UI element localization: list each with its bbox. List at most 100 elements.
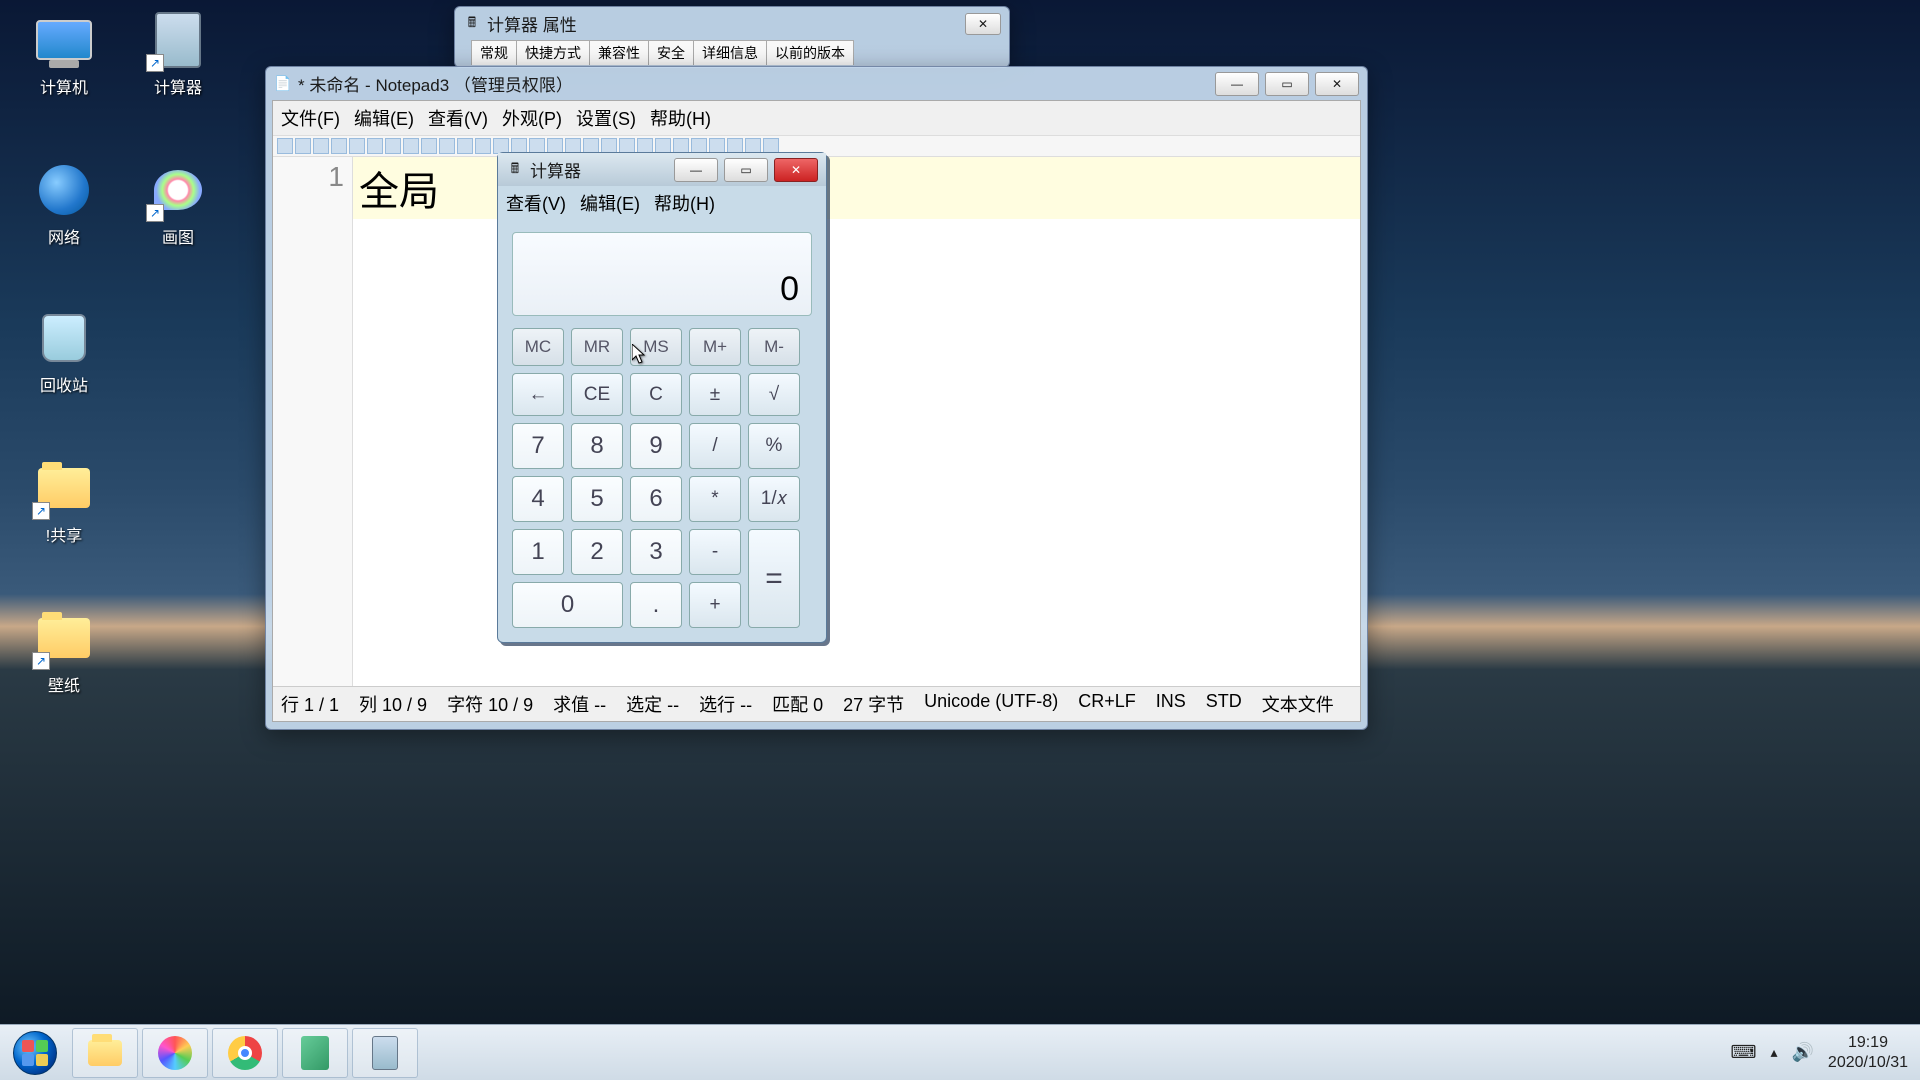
toolbar-button[interactable] (439, 138, 455, 154)
calc-negate-button[interactable]: ± (689, 373, 741, 416)
folder-icon: ↗ (32, 606, 96, 670)
calc-5-button[interactable]: 5 (571, 476, 623, 522)
taskbar-item-chrome[interactable] (212, 1028, 278, 1078)
calculator-menubar: 查看(V) 编辑(E) 帮助(H) (498, 186, 826, 220)
tab-prev[interactable]: 以前的版本 (766, 40, 854, 65)
toolbar-button[interactable] (277, 138, 293, 154)
calc-minus-button[interactable]: - (689, 529, 741, 575)
tab-general[interactable]: 常规 (471, 40, 517, 65)
menu-help[interactable]: 帮助(H) (654, 190, 715, 216)
menu-edit[interactable]: 编辑(E) (354, 105, 414, 131)
maximize-button[interactable]: ▭ (724, 158, 768, 182)
icon-label: 计算机 (14, 74, 114, 98)
desktop-icon-recycle-bin[interactable]: 回收站 (14, 306, 114, 396)
calc-ms-button[interactable]: MS (630, 328, 682, 366)
calc-sqrt-button[interactable]: √ (748, 373, 800, 416)
properties-dialog[interactable]: 🖩 计算器 属性 ✕ 常规 快捷方式 兼容性 安全 详细信息 以前的版本 (454, 6, 1010, 68)
taskbar-item-notepad3[interactable] (282, 1028, 348, 1078)
line-gutter: 1 (273, 157, 353, 686)
display-value: 0 (780, 270, 799, 309)
menu-appearance[interactable]: 外观(P) (502, 105, 562, 131)
shortcut-arrow-icon: ↗ (32, 502, 50, 520)
tab-security[interactable]: 安全 (648, 40, 694, 65)
calculator-titlebar[interactable]: 🖩 计算器 — ▭ ✕ (498, 153, 826, 186)
toolbar-button[interactable] (295, 138, 311, 154)
minimize-button[interactable]: — (674, 158, 718, 182)
notepad-titlebar[interactable]: 📄 * 未命名 - Notepad3 （管理员权限） — ▭ ✕ (266, 67, 1367, 100)
taskbar-clock[interactable]: 19:19 2020/10/31 (1828, 1033, 1908, 1071)
toolbar-button[interactable] (313, 138, 329, 154)
menu-edit[interactable]: 编辑(E) (580, 190, 640, 216)
calc-reciprocal-button[interactable]: 1/𝑥 (748, 476, 800, 522)
status-std: STD (1206, 691, 1242, 717)
calc-mr-button[interactable]: MR (571, 328, 623, 366)
calculator-icon: 🖩 (506, 161, 524, 179)
desktop-icon-network[interactable]: 网络 (14, 158, 114, 248)
icon-label: 网络 (14, 224, 114, 248)
notepad-menubar: 文件(F) 编辑(E) 查看(V) 外观(P) 设置(S) 帮助(H) (273, 101, 1360, 135)
close-button[interactable]: ✕ (1315, 72, 1359, 96)
maximize-button[interactable]: ▭ (1265, 72, 1309, 96)
calc-decimal-button[interactable]: . (630, 582, 682, 628)
toolbar-button[interactable] (331, 138, 347, 154)
menu-file[interactable]: 文件(F) (281, 105, 340, 131)
calc-7-button[interactable]: 7 (512, 423, 564, 469)
calc-multiply-button[interactable]: * (689, 476, 741, 522)
tray-icon[interactable]: ⌨ (1730, 1042, 1756, 1063)
toolbar-button[interactable] (367, 138, 383, 154)
tab-details[interactable]: 详细信息 (693, 40, 767, 65)
calc-mc-button[interactable]: MC (512, 328, 564, 366)
menu-view[interactable]: 查看(V) (428, 105, 488, 131)
toolbar-button[interactable] (421, 138, 437, 154)
taskbar-item-calculator[interactable] (352, 1028, 418, 1078)
calc-4-button[interactable]: 4 (512, 476, 564, 522)
desktop-icon-paint[interactable]: ↗ 画图 (128, 158, 228, 248)
calc-mminus-button[interactable]: M- (748, 328, 800, 366)
start-button[interactable] (0, 1026, 70, 1080)
taskbar-item-browser1[interactable] (142, 1028, 208, 1078)
calc-ce-button[interactable]: CE (571, 373, 623, 416)
toolbar-button[interactable] (385, 138, 401, 154)
calculator-keypad: MC MR MS M+ M- ← CE C ± √ 7 8 9 / % 4 5 … (512, 328, 812, 628)
computer-icon (32, 8, 96, 72)
calc-backspace-button[interactable]: ← (512, 373, 564, 416)
calc-8-button[interactable]: 8 (571, 423, 623, 469)
desktop-icon-share[interactable]: ↗ !共享 (14, 456, 114, 546)
calc-9-button[interactable]: 9 (630, 423, 682, 469)
menu-settings[interactable]: 设置(S) (576, 105, 636, 131)
menu-view[interactable]: 查看(V) (506, 190, 566, 216)
calc-plus-button[interactable]: + (689, 582, 741, 628)
calc-c-button[interactable]: C (630, 373, 682, 416)
calc-mplus-button[interactable]: M+ (689, 328, 741, 366)
calc-equals-button[interactable]: = (748, 529, 800, 628)
status-row: 行 1 / 1 (281, 691, 339, 717)
properties-title: 计算器 属性 (487, 11, 577, 36)
calc-1-button[interactable]: 1 (512, 529, 564, 575)
desktop-icon-calculator[interactable]: ↗ 计算器 (128, 8, 228, 98)
tray-volume-icon[interactable]: 🔊 (1792, 1042, 1814, 1063)
calc-divide-button[interactable]: / (689, 423, 741, 469)
close-button[interactable]: ✕ (965, 13, 1001, 35)
toolbar-button[interactable] (457, 138, 473, 154)
taskbar-item-explorer[interactable] (72, 1028, 138, 1078)
calc-percent-button[interactable]: % (748, 423, 800, 469)
calc-2-button[interactable]: 2 (571, 529, 623, 575)
tray-chevron-icon[interactable]: ▴ (1770, 1044, 1777, 1061)
calc-3-button[interactable]: 3 (630, 529, 682, 575)
calculator-window[interactable]: 🖩 计算器 — ▭ ✕ 查看(V) 编辑(E) 帮助(H) 0 MC MR MS… (497, 152, 827, 643)
tab-shortcut[interactable]: 快捷方式 (516, 40, 590, 65)
toolbar-button[interactable] (349, 138, 365, 154)
desktop-icon-wallpaper[interactable]: ↗ 壁纸 (14, 606, 114, 696)
paint-icon: ↗ (146, 158, 210, 222)
properties-titlebar[interactable]: 🖩 计算器 属性 ✕ (455, 7, 1009, 40)
taskbar[interactable]: ⌨ ▴ 🔊 19:19 2020/10/31 (0, 1024, 1920, 1080)
toolbar-button[interactable] (403, 138, 419, 154)
menu-help[interactable]: 帮助(H) (650, 105, 711, 131)
calc-0-button[interactable]: 0 (512, 582, 623, 628)
close-button[interactable]: ✕ (774, 158, 818, 182)
desktop-icon-computer[interactable]: 计算机 (14, 8, 114, 98)
calc-6-button[interactable]: 6 (630, 476, 682, 522)
toolbar-button[interactable] (475, 138, 491, 154)
tab-compat[interactable]: 兼容性 (589, 40, 649, 65)
minimize-button[interactable]: — (1215, 72, 1259, 96)
